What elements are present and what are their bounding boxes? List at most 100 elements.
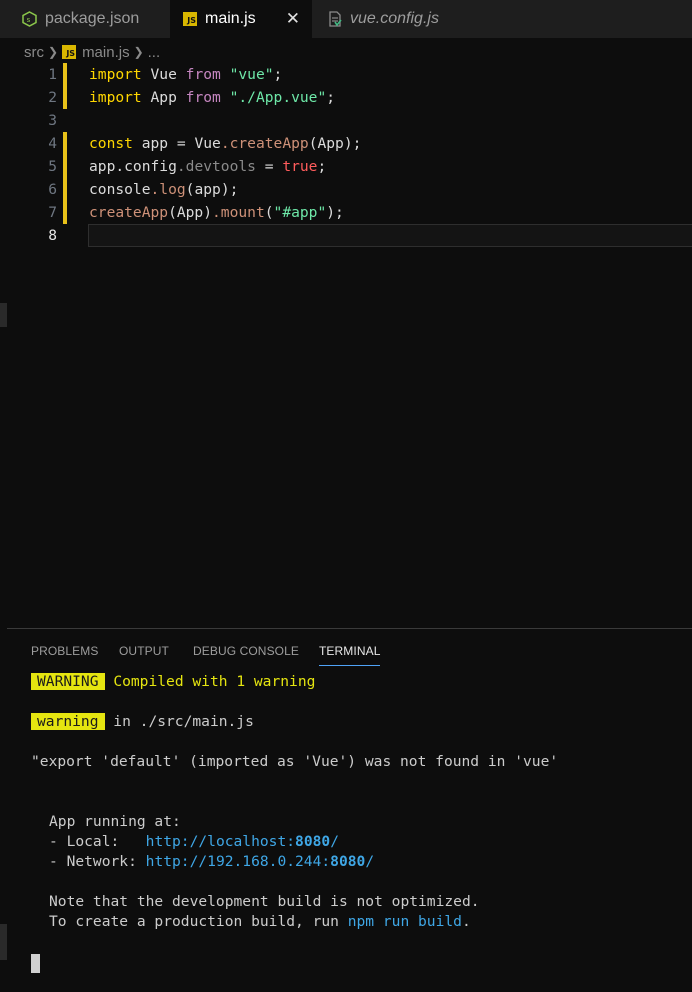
- terminal-line-export-error: "export 'default' (imported as 'Vue') wa…: [31, 753, 559, 770]
- code-token: =: [255, 158, 283, 175]
- close-icon[interactable]: ✕: [286, 9, 300, 29]
- code-token: import: [89, 89, 142, 106]
- code-token: app.config: [89, 158, 177, 175]
- network-url-host: http://192.168.0.244:: [145, 853, 331, 870]
- code-line[interactable]: 6 console.log(app);: [0, 178, 692, 201]
- production-prefix: To create a production build, run: [49, 913, 348, 930]
- code-line[interactable]: 7 createApp(App).mount("#app");: [0, 201, 692, 224]
- local-url-slash: /: [330, 833, 339, 850]
- code-line[interactable]: 8: [0, 224, 692, 247]
- node-icon: s: [22, 11, 37, 27]
- git-change-marker: [63, 155, 67, 178]
- code-token: "./App.vue": [229, 89, 327, 106]
- code-line[interactable]: 4 const app = Vue.createApp(App);: [0, 132, 692, 155]
- code-token: (app);: [185, 181, 239, 198]
- code-editor[interactable]: 1 import Vue from "vue"; 2 import App from …: [0, 63, 692, 628]
- line-number: 5: [48, 158, 57, 175]
- warning-tag: warning: [31, 713, 105, 730]
- local-url-link[interactable]: http://localhost:8080/: [146, 833, 339, 850]
- code-line[interactable]: 2 import App from "./App.vue";: [0, 86, 692, 109]
- network-url-slash: /: [365, 853, 375, 870]
- code-token: app: [132, 135, 177, 152]
- warning-location: in ./src/main.js: [104, 713, 254, 730]
- line-number: 2: [48, 89, 57, 106]
- code-token: Vue: [185, 135, 221, 152]
- svg-text:s: s: [27, 16, 31, 24]
- tab-label: main.js: [205, 10, 256, 27]
- panel-tab-bar: PROBLEMS OUTPUT DEBUG CONSOLE TERMINAL: [7, 629, 692, 667]
- code-line[interactable]: 3: [0, 109, 692, 132]
- local-label: - Local:: [49, 833, 146, 850]
- editor-tab-bar: s package.json JS main.js ✕ vue.config.j…: [0, 0, 692, 38]
- code-text: createApp(App).mount("#app");: [89, 201, 344, 224]
- production-command: npm run build: [347, 913, 462, 930]
- code-token: Vue: [141, 66, 186, 83]
- git-change-marker: [63, 132, 67, 155]
- code-text: import Vue from "vue";: [89, 63, 282, 86]
- code-token: .createApp: [220, 135, 309, 152]
- code-line[interactable]: 1 import Vue from "vue";: [0, 63, 692, 86]
- code-token: from: [185, 89, 221, 106]
- git-change-marker: [63, 201, 67, 224]
- git-change-marker: [63, 86, 67, 109]
- code-token: (: [264, 204, 274, 221]
- tab-package-json[interactable]: s package.json: [0, 0, 170, 38]
- code-token: .mount: [212, 204, 265, 221]
- config-file-icon: [329, 11, 342, 27]
- line-number: 1: [48, 66, 57, 83]
- code-token: import: [89, 66, 142, 83]
- bottom-panel: PROBLEMS OUTPUT DEBUG CONSOLE TERMINAL W…: [0, 628, 692, 992]
- code-text: console.log(app);: [89, 178, 238, 201]
- tab-main-js[interactable]: JS main.js ✕: [170, 0, 312, 38]
- terminal-line-running: App running at:: [49, 813, 181, 830]
- terminal-line-production: To create a production build, run npm ru…: [31, 913, 471, 930]
- line-number: 3: [48, 112, 57, 129]
- terminal-line-compiled: WARNING Compiled with 1 warning: [31, 673, 315, 690]
- current-line-highlight: [88, 224, 692, 247]
- breadcrumb-file[interactable]: main.js: [82, 44, 130, 61]
- code-token: ;: [317, 158, 327, 175]
- network-label: - Network:: [49, 853, 146, 870]
- tab-vue-config-js[interactable]: vue.config.js: [312, 0, 466, 38]
- code-token: true: [282, 158, 318, 175]
- code-token: console: [89, 181, 151, 198]
- code-token: =: [176, 135, 186, 152]
- code-token: const: [89, 135, 133, 152]
- chevron-right-icon: ❯: [48, 45, 59, 59]
- warning-badge: WARNING: [31, 673, 105, 690]
- tab-debug-console[interactable]: DEBUG CONSOLE: [193, 644, 299, 658]
- production-suffix: .: [461, 913, 471, 930]
- tab-problems[interactable]: PROBLEMS: [31, 644, 99, 658]
- network-url-port: 8080: [330, 853, 366, 870]
- tab-label: vue.config.js: [350, 10, 439, 27]
- line-number: 8: [48, 227, 57, 244]
- js-icon: JS: [183, 12, 197, 26]
- code-token: );: [326, 204, 344, 221]
- code-token: ;: [326, 89, 336, 106]
- code-token: App: [141, 89, 186, 106]
- chevron-right-icon: ❯: [133, 45, 144, 59]
- code-token: from: [185, 66, 221, 83]
- network-url-link[interactable]: http://192.168.0.244:8080/: [146, 853, 374, 870]
- code-text: const app = Vue.createApp(App);: [89, 132, 361, 155]
- breadcrumb-folder[interactable]: src: [24, 44, 44, 61]
- tab-output[interactable]: OUTPUT: [119, 644, 169, 658]
- panel-scroll-marker[interactable]: [0, 924, 7, 960]
- js-icon: JS: [62, 45, 77, 59]
- terminal-cursor[interactable]: [31, 954, 40, 973]
- editor-scroll-marker[interactable]: [0, 303, 7, 327]
- terminal-line-local: - Local: http://localhost:8080/: [31, 833, 339, 850]
- breadcrumb: src ❯ JS main.js ❯ ...: [0, 38, 692, 66]
- code-token: .log: [150, 181, 186, 198]
- local-url-port: 8080: [295, 833, 331, 850]
- code-token: (App);: [308, 135, 362, 152]
- tab-terminal[interactable]: TERMINAL: [319, 644, 381, 666]
- terminal-line-warning: warning in ./src/main.js: [31, 713, 254, 730]
- code-token: (App): [168, 204, 213, 221]
- breadcrumb-more[interactable]: ...: [148, 44, 161, 61]
- git-change-marker: [63, 63, 67, 86]
- code-token: "vue": [229, 66, 274, 83]
- code-line[interactable]: 5 app.config.devtools = true;: [0, 155, 692, 178]
